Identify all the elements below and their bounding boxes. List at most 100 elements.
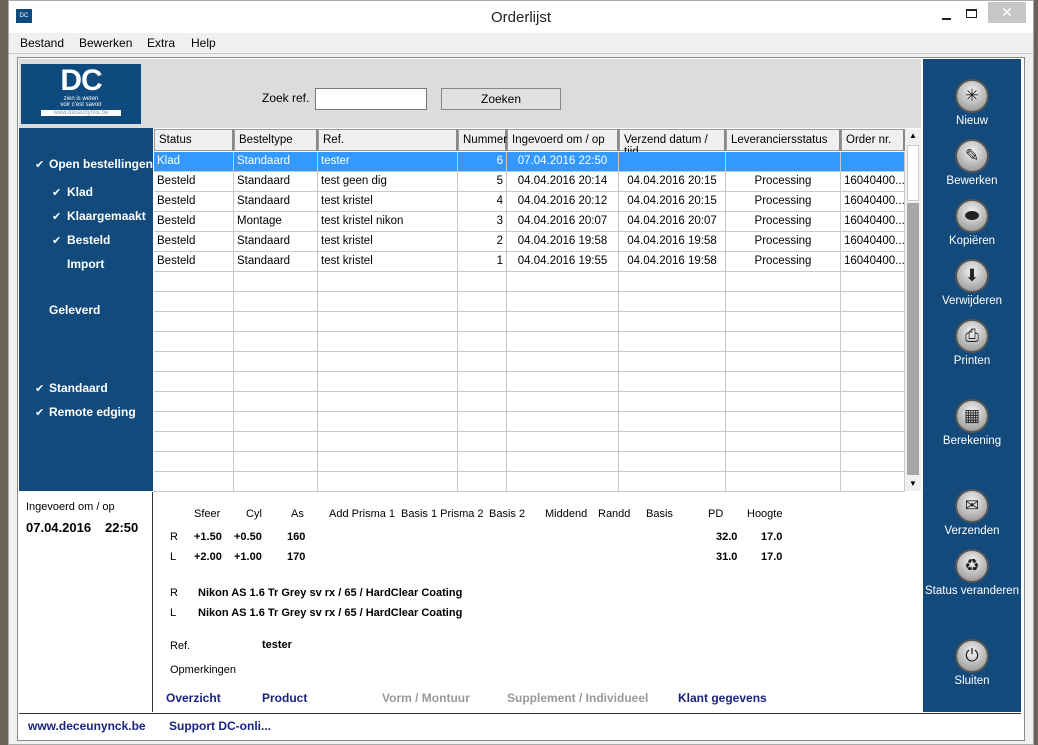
tab-klant-gegevens[interactable]: Klant gegevens	[678, 691, 767, 705]
column-header[interactable]: Order nr.	[841, 129, 905, 151]
column-header[interactable]: Nummer	[458, 129, 507, 151]
table-row[interactable]: Klad Standaard tester 6 07.04.2016 22:50	[154, 152, 905, 172]
sidebar-item-klaargemaakt[interactable]: Klaargemaakt	[67, 209, 146, 223]
menu-bewerken[interactable]: Bewerken	[79, 36, 132, 50]
table-row[interactable]: Besteld Standaard test kristel 4 04.04.2016 …	[154, 192, 905, 212]
column-header[interactable]: Ingevoerd om / op	[507, 129, 619, 151]
empty-row	[154, 352, 905, 372]
action-label: Verwijderen	[941, 295, 1003, 307]
tab-product[interactable]: Product	[262, 691, 307, 705]
sidebar-item-open-bestellingen[interactable]: Open bestellingen	[49, 157, 153, 171]
empty-row	[154, 272, 905, 292]
table-cell	[458, 332, 507, 352]
column-header[interactable]: Verzend datum / tijd	[619, 129, 726, 158]
ref-value: tester	[262, 639, 292, 651]
table-cell: 2	[458, 232, 507, 252]
table-cell	[234, 272, 318, 292]
column-header[interactable]: Ref.	[318, 129, 458, 151]
search-header: Zoek ref. Zoeken	[19, 59, 921, 128]
sidebar-item-besteld[interactable]: Besteld	[67, 233, 110, 247]
table-row[interactable]: Besteld Standaard test kristel 1 04.04.2016 …	[154, 252, 905, 272]
table-cell	[318, 392, 458, 412]
table-cell: Besteld	[154, 212, 234, 232]
envelope-icon: ✉	[955, 489, 989, 523]
table-cell	[154, 272, 234, 292]
table-cell: Besteld	[154, 192, 234, 212]
table-cell	[234, 352, 318, 372]
product-l: Nikon AS 1.6 Tr Grey sv rx / 65 / HardCl…	[198, 607, 463, 619]
table-cell	[318, 292, 458, 312]
table-cell: Processing	[726, 212, 841, 232]
verzenden-button[interactable]: ✉ Verzenden	[923, 489, 1021, 537]
sidebar-item-klad[interactable]: Klad	[67, 185, 93, 199]
empty-row	[154, 372, 905, 392]
rx-header: PD	[708, 508, 724, 520]
scroll-thumb[interactable]	[907, 145, 919, 201]
sidebar-item-standaard[interactable]: Standaard	[49, 381, 108, 395]
sidebar-item-remote-edging[interactable]: Remote edging	[49, 405, 136, 419]
menu-help[interactable]: Help	[191, 36, 216, 50]
table-cell	[726, 292, 841, 312]
table-cell	[726, 152, 841, 172]
menu-extra[interactable]: Extra	[147, 36, 175, 50]
tab-overzicht[interactable]: Overzicht	[166, 691, 221, 705]
entered-info: Ingevoerd om / op 07.04.2016 22:50	[19, 492, 153, 712]
verwijderen-button[interactable]: ⬇ Verwijderen	[923, 259, 1021, 307]
menu-bestand[interactable]: Bestand	[20, 36, 64, 50]
eye-side: L	[170, 607, 177, 619]
footer: www.deceunynck.be Support DC-onli...	[19, 713, 1021, 738]
kopieren-button[interactable]: ⬬ Kopiëren	[923, 199, 1021, 247]
table-cell: 16040400...	[841, 212, 905, 232]
table-cell	[841, 412, 905, 432]
bewerken-button[interactable]: ✎ Bewerken	[923, 139, 1021, 187]
table-cell	[458, 412, 507, 432]
table-cell	[154, 352, 234, 372]
menu-bar: Bestand Bewerken Extra Help	[9, 33, 1033, 54]
product-r: Nikon AS 1.6 Tr Grey sv rx / 65 / HardCl…	[198, 587, 463, 599]
table-cell	[154, 372, 234, 392]
minimize-button[interactable]	[937, 7, 957, 25]
table-cell	[726, 312, 841, 332]
hoogte-value: 17.0	[761, 551, 783, 563]
table-cell	[154, 432, 234, 452]
search-input[interactable]	[315, 88, 427, 110]
table-row[interactable]: Besteld Montage test kristel nikon 3 04.04.2…	[154, 212, 905, 232]
tab-vorm-montuur: Vorm / Montuur	[382, 691, 470, 705]
scroll-down-button[interactable]: ▼	[905, 477, 921, 491]
table-cell	[841, 272, 905, 292]
scroll-track[interactable]	[907, 203, 919, 475]
printen-button[interactable]: ⎙ Printen	[923, 319, 1021, 367]
support-link[interactable]: Support DC-onli...	[169, 719, 271, 733]
maximize-button[interactable]	[962, 7, 982, 25]
berekening-button[interactable]: ▦ Berekening	[923, 399, 1021, 447]
table-cell	[234, 412, 318, 432]
column-header[interactable]: Besteltype	[234, 129, 318, 151]
sidebar-item-geleverd[interactable]: Geleverd	[49, 303, 100, 317]
check-icon: ✔	[35, 159, 45, 171]
sluiten-button[interactable]: ⏻ Sluiten	[923, 639, 1021, 687]
check-icon: ✔	[35, 383, 45, 395]
nieuw-button[interactable]: ✳ Nieuw	[923, 79, 1021, 127]
close-button[interactable]: ✕	[988, 2, 1026, 23]
table-cell	[318, 272, 458, 292]
table-cell: Standaard	[234, 232, 318, 252]
table-scrollbar[interactable]: ▲ ▼	[905, 129, 921, 491]
scroll-up-button[interactable]: ▲	[905, 129, 921, 143]
action-label: Nieuw	[956, 115, 988, 127]
column-header[interactable]: Leveranciersstatus	[726, 129, 841, 151]
search-button[interactable]: Zoeken	[441, 88, 561, 110]
status-veranderen-button[interactable]: ♻ Status veranderen	[923, 549, 1021, 597]
table-cell	[841, 432, 905, 452]
table-row[interactable]: Besteld Standaard test geen dig 5 04.04.2016…	[154, 172, 905, 192]
table-cell	[458, 292, 507, 312]
rx-header: Sfeer	[194, 508, 221, 520]
sfeer-value: +2.00	[194, 551, 222, 563]
table-cell	[619, 452, 726, 472]
table-cell	[507, 332, 619, 352]
table-cell	[841, 312, 905, 332]
website-link[interactable]: www.deceunynck.be	[28, 719, 146, 733]
sidebar-item-import[interactable]: Import	[67, 257, 104, 271]
table-row[interactable]: Besteld Standaard test kristel 2 04.04.2016 …	[154, 232, 905, 252]
table-cell: Processing	[726, 192, 841, 212]
column-header[interactable]: Status	[154, 129, 234, 151]
